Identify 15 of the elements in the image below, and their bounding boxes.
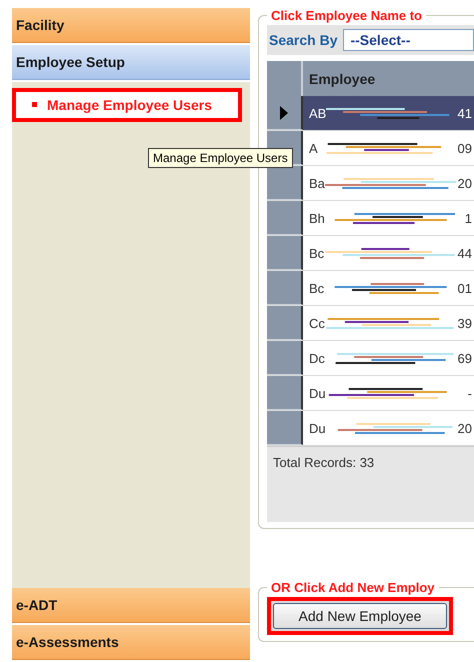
table-cell-text: 44 xyxy=(458,246,473,260)
table-cell-text: 01 xyxy=(458,280,473,296)
table-cell-text: 41 xyxy=(458,106,473,120)
tooltip: Manage Employee Users xyxy=(148,148,293,168)
table-cell-text: 69 xyxy=(458,350,473,366)
table-cell-text: 39 xyxy=(458,316,473,330)
total-records: Total Records: 33 xyxy=(267,446,474,478)
fieldset-legend: Click Employee Name to xyxy=(267,8,426,23)
table-cell-text: - xyxy=(468,386,473,400)
table-cell-text: 20 xyxy=(458,176,473,190)
table-cell-text: 09 xyxy=(458,140,473,156)
fieldset-legend: OR Click Add New Employ xyxy=(267,580,438,595)
table-cell-text: 1 xyxy=(464,210,473,226)
table-cell-text: 20 xyxy=(458,420,473,436)
search-label: Search By xyxy=(269,32,338,48)
